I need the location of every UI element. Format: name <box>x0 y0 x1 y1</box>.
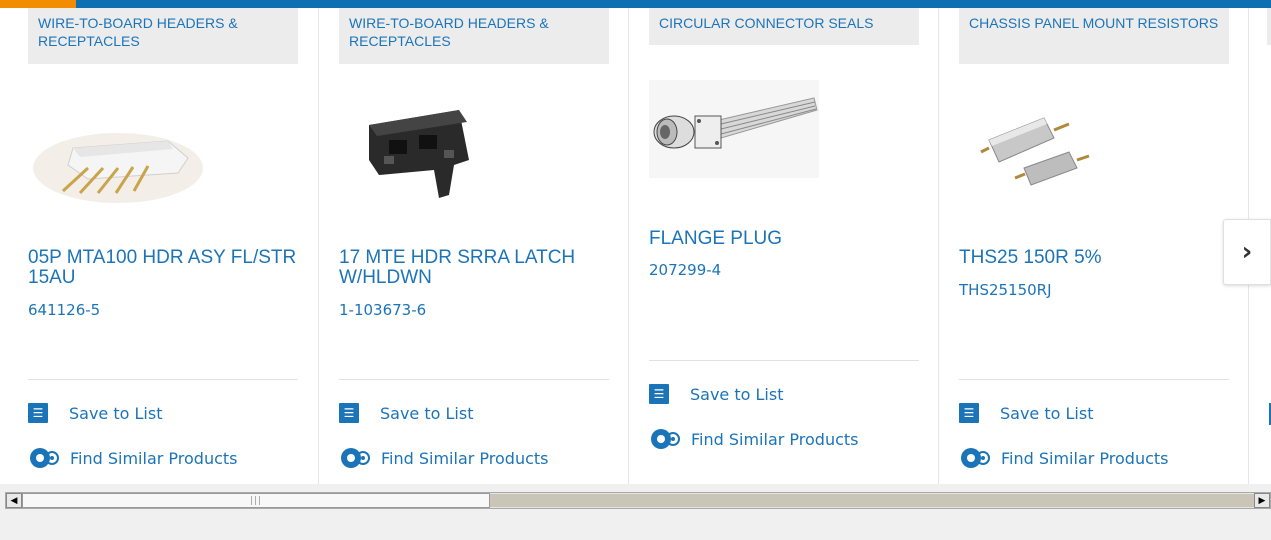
product-card: CHASSIS PANEL MOUNT RESISTORS THS25 150R… <box>938 8 1248 484</box>
gears-icon <box>341 448 370 468</box>
save-to-list-button[interactable]: ☰ Save to List <box>339 403 473 423</box>
product-category[interactable]: CHASSIS PANEL MOUNT RESISTORS <box>959 8 1229 64</box>
horizontal-scrollbar[interactable]: ◀ ||| ▶ <box>5 492 1271 509</box>
card-divider <box>339 379 609 380</box>
find-similar-button[interactable]: Find Similar Products <box>959 446 1169 470</box>
product-category-partial <box>1267 8 1271 45</box>
checklist-icon: ☰ <box>339 403 359 423</box>
product-name-link[interactable]: 05P MTA100 HDR ASY FL/STR 15AU <box>28 248 303 288</box>
product-carousel: WIRE-TO-BOARD HEADERS & RECEPTACLES 05P … <box>0 8 1271 484</box>
save-to-list-label: Save to List <box>1000 403 1094 423</box>
product-card: CIRCULAR CONNECTOR SEALS FLANGE PLUG 207… <box>628 8 938 484</box>
product-category[interactable]: WIRE-TO-BOARD HEADERS & RECEPTACLES <box>28 8 298 64</box>
find-similar-label: Find Similar Products <box>691 429 859 449</box>
find-similar-label: Find Similar Products <box>381 448 549 468</box>
scrollbar-thumb[interactable]: ||| <box>22 493 490 508</box>
save-to-list-label: Save to List <box>690 384 784 404</box>
save-to-list-button[interactable]: ☰ Save to List <box>649 384 783 404</box>
carousel-progress-bar <box>0 0 1271 8</box>
scrollbar-track[interactable] <box>490 494 1254 507</box>
product-image[interactable] <box>28 113 208 223</box>
carousel-progress-fill <box>0 0 77 8</box>
product-card: WIRE-TO-BOARD HEADERS & RECEPTACLES 17 M… <box>318 8 628 484</box>
product-image[interactable] <box>649 80 819 178</box>
save-to-list-button[interactable]: ☰ Save to List <box>28 403 162 423</box>
scroll-left-arrow-icon[interactable]: ◀ <box>6 493 22 508</box>
product-image[interactable] <box>349 90 529 200</box>
part-number-link[interactable]: THS25150RJ <box>959 281 1052 299</box>
checklist-icon: ☰ <box>959 403 979 423</box>
product-category[interactable]: WIRE-TO-BOARD HEADERS & RECEPTACLES <box>339 8 609 64</box>
product-name-link[interactable]: 17 MTE HDR SRRA LATCH W/HLDWN <box>339 248 614 288</box>
carousel-next-button[interactable]: › <box>1223 219 1271 285</box>
find-similar-label: Find Similar Products <box>1001 448 1169 468</box>
find-similar-button[interactable]: Find Similar Products <box>339 446 549 470</box>
part-number-link[interactable]: 207299-4 <box>649 261 721 279</box>
product-card: WIRE-TO-BOARD HEADERS & RECEPTACLES 05P … <box>8 8 318 484</box>
gears-icon <box>30 448 59 468</box>
gears-icon <box>961 448 990 468</box>
part-number-link[interactable]: 641126-5 <box>28 301 100 319</box>
save-to-list-label: Save to List <box>380 403 474 423</box>
find-similar-button[interactable]: Find Similar Products <box>649 427 859 451</box>
checklist-icon: ☰ <box>649 384 669 404</box>
card-divider <box>649 360 919 361</box>
save-to-list-label: Save to List <box>69 403 163 423</box>
checklist-icon: ☰ <box>28 403 48 423</box>
scroll-right-arrow-icon[interactable]: ▶ <box>1254 493 1270 508</box>
gears-icon <box>651 429 680 449</box>
part-number-link[interactable]: 1-103673-6 <box>339 301 426 319</box>
find-similar-button[interactable]: Find Similar Products <box>28 446 238 470</box>
product-name-link[interactable]: FLANGE PLUG <box>649 229 924 249</box>
product-category[interactable]: CIRCULAR CONNECTOR SEALS <box>649 8 919 45</box>
card-divider <box>28 379 298 380</box>
card-divider <box>959 379 1229 380</box>
product-name-link[interactable]: THS25 150R 5% <box>959 248 1234 268</box>
product-image[interactable] <box>969 90 1109 200</box>
save-to-list-button[interactable]: ☰ Save to List <box>959 403 1093 423</box>
chevron-right-icon: › <box>1241 237 1253 267</box>
find-similar-label: Find Similar Products <box>70 448 238 468</box>
